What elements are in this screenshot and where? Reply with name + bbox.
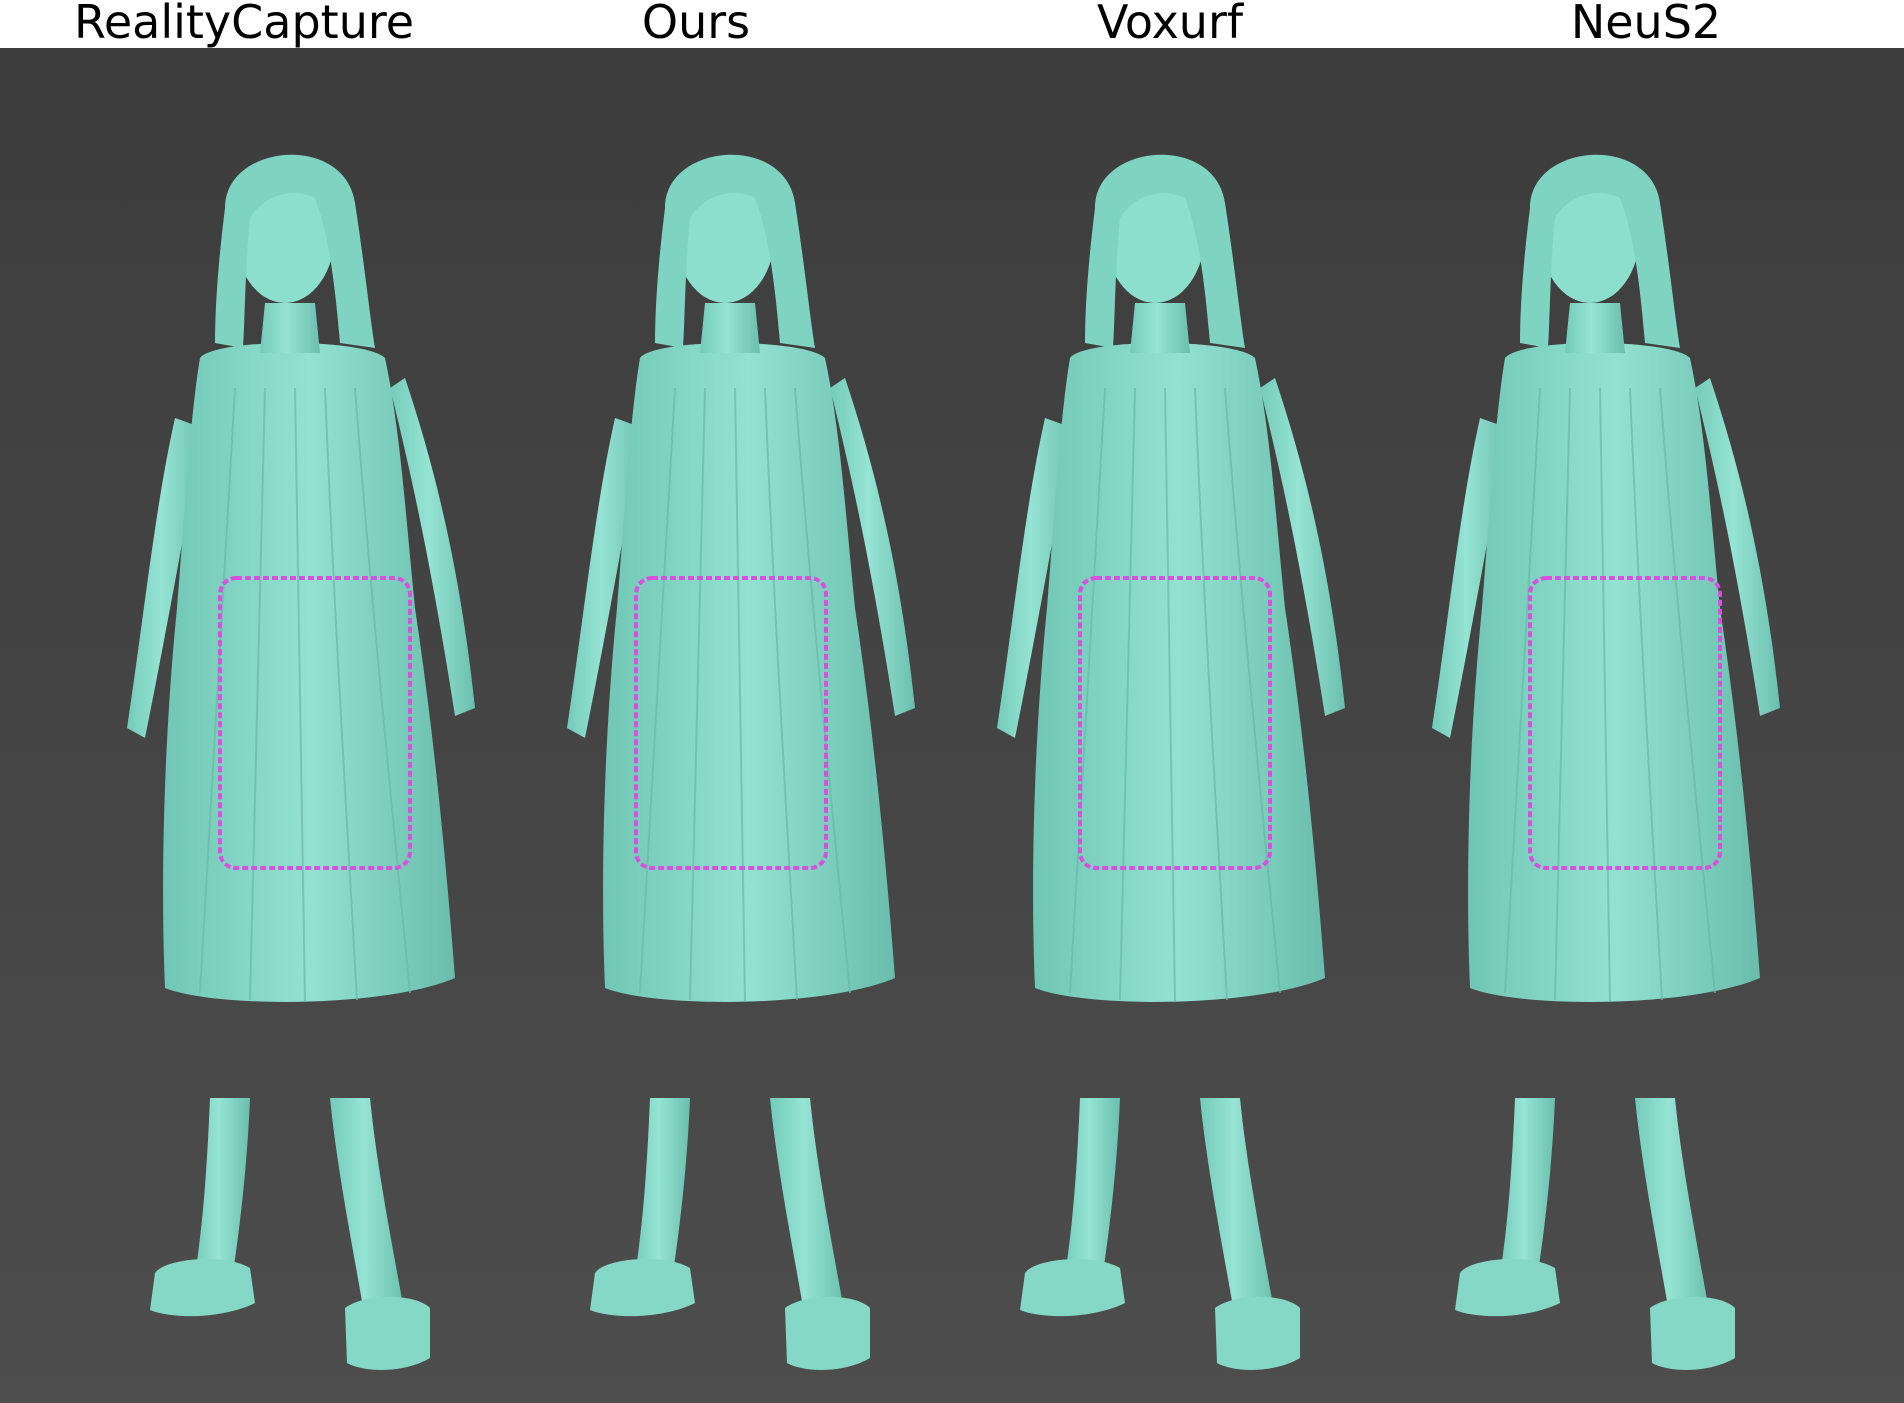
renders-svg: [126, 153, 1781, 1371]
render-realitycapture: [126, 153, 476, 1371]
column-title-realitycapture: RealityCapture: [73, 0, 415, 49]
render-voxurf: [996, 153, 1346, 1371]
column-title-neus2: NeuS2: [1570, 0, 1722, 49]
column-title-voxurf: Voxurf: [1096, 0, 1244, 49]
render-area: [0, 48, 1904, 1403]
render-ours: [566, 153, 916, 1371]
title-bar: RealityCapture Ours Voxurf NeuS2: [0, 0, 1904, 48]
column-title-ours: Ours: [641, 0, 751, 49]
render-neus2: [1431, 153, 1781, 1371]
